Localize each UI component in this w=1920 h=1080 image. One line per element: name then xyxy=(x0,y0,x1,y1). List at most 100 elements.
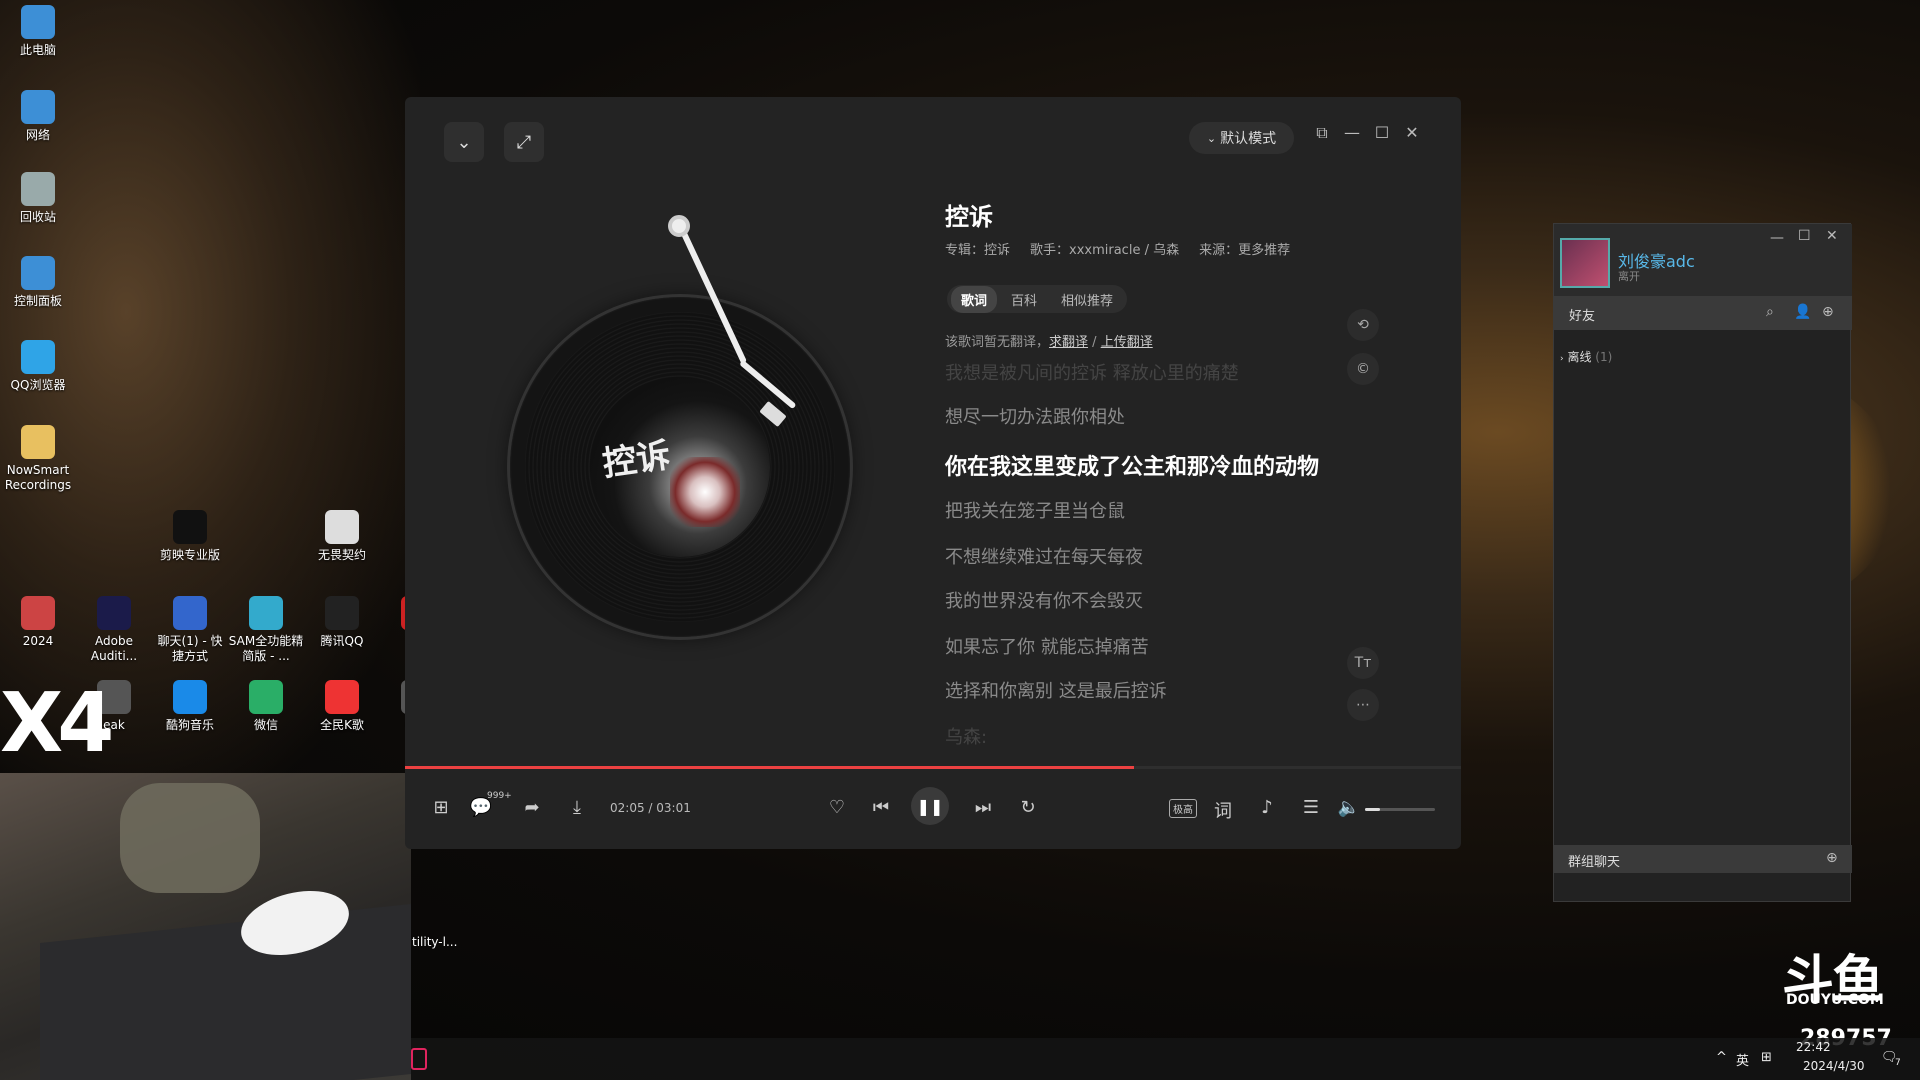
sam-icon xyxy=(249,596,283,630)
next-track-icon[interactable]: ⏭ xyxy=(969,797,997,818)
lyric-line[interactable]: 如果忘了你 就能忘掉痛苦 xyxy=(945,633,1149,659)
volume-icon[interactable]: 🔈 xyxy=(1335,797,1363,818)
contacts-icon[interactable]: 👤 xyxy=(1794,304,1811,320)
desktop-icon[interactable]: NowSmart Recordings xyxy=(0,425,76,493)
qq-browser-icon xyxy=(21,340,55,374)
add-group-icon[interactable]: ⊕ xyxy=(1826,850,1838,866)
desktop-icon-label: 剪映专业版 xyxy=(159,548,220,562)
lyric-offset-icon[interactable]: © xyxy=(1347,353,1379,385)
collapse-button[interactable]: ⌄ xyxy=(444,122,484,162)
desktop-icon[interactable]: 此电脑 xyxy=(0,5,76,58)
webcam-mousepad xyxy=(40,903,411,1080)
mode-label: 默认模式 xyxy=(1220,131,1277,147)
desktop-icon[interactable]: 网络 xyxy=(0,90,76,143)
desktop-icon[interactable]: 2024 xyxy=(0,596,76,649)
wechat-icon xyxy=(249,680,283,714)
previous-track-icon[interactable]: ⏮ xyxy=(867,797,895,818)
lyric-line[interactable]: 乌森: xyxy=(945,723,987,749)
source-link[interactable]: 来源：更多推荐 xyxy=(1199,239,1290,258)
desktop-icon[interactable]: SAM全功能精简版 - ... xyxy=(228,596,304,664)
mode-selector[interactable]: ⌄ 默认模式 xyxy=(1189,122,1294,154)
avatar[interactable] xyxy=(1560,238,1610,288)
more-icon[interactable]: ⋯ xyxy=(1347,689,1379,721)
desktop-icon[interactable]: QQ浏览器 xyxy=(0,340,76,393)
qq-group-chat-label: 群组聊天 xyxy=(1568,855,1621,870)
desktop-icon-label: NowSmart Recordings xyxy=(4,463,72,492)
desktop-icon[interactable]: 酷狗音乐 xyxy=(152,680,228,733)
control-panel-icon xyxy=(21,256,55,290)
clock-time[interactable]: 22:42 xyxy=(1796,1040,1831,1054)
fullscreen-button[interactable]: ⤢ xyxy=(504,122,544,162)
desktop-icon[interactable]: 聊天(1) - 快捷方式 xyxy=(152,596,228,664)
image-icon xyxy=(21,596,55,630)
download-icon[interactable]: ⤓ xyxy=(563,797,591,818)
ime-grid-icon[interactable]: ⊞ xyxy=(1761,1050,1772,1065)
minimize-icon[interactable]: — xyxy=(1341,123,1363,142)
lyric-line[interactable]: 想尽一切办法跟你相处 xyxy=(945,403,1125,429)
qq-group-chat-bar[interactable]: 群组聊天 ⊕ xyxy=(1554,845,1852,873)
artist-link[interactable]: 歌手：xxxmiracle / 乌森 xyxy=(1030,239,1179,258)
add-to-playlist-icon[interactable]: ⊞ xyxy=(427,797,455,818)
tab-lyrics[interactable]: 歌词 xyxy=(951,285,998,313)
qq-search-bar[interactable]: 好友 ⌕ 👤 ⊕ xyxy=(1554,296,1852,330)
minimize-icon[interactable]: — xyxy=(1770,230,1784,246)
lyric-line[interactable]: 不想继续难过在每天每夜 xyxy=(945,543,1143,569)
desktop-icon[interactable]: 剪映专业版 xyxy=(152,510,228,563)
desktop-icon-label: 无畏契约 xyxy=(317,548,366,562)
search-icon[interactable]: ⌕ xyxy=(1766,304,1774,320)
qq-group-offline[interactable]: › 离线 (1) xyxy=(1560,348,1612,365)
upload-translation-link[interactable]: 上传翻译 xyxy=(1101,335,1153,350)
maximize-icon[interactable]: ☐ xyxy=(1798,228,1811,244)
quality-badge[interactable]: 极高 xyxy=(1169,799,1197,818)
lyrics-toggle-icon[interactable]: 词 xyxy=(1209,797,1237,823)
time-display: 02:05 / 03:01 xyxy=(610,801,691,815)
desktop-icon-label: 2024 xyxy=(22,634,54,648)
task-app-icon[interactable] xyxy=(411,1048,427,1070)
tab-similar[interactable]: 相似推荐 xyxy=(1051,286,1123,313)
lyric-history-icon[interactable]: ⟲ xyxy=(1347,309,1379,341)
lyric-line[interactable]: 把我关在笼子里当仓鼠 xyxy=(945,497,1125,523)
sound-effect-icon[interactable]: ♪ xyxy=(1253,797,1281,818)
clock-date[interactable]: 2024/4/30 xyxy=(1803,1059,1865,1073)
desktop-icon[interactable]: 控制面板 xyxy=(0,256,76,309)
playlist-icon[interactable]: ☰ xyxy=(1297,797,1325,818)
desktop-icon[interactable]: 无畏契约 xyxy=(304,510,380,563)
album-link[interactable]: 专辑：控诉 xyxy=(945,239,1010,258)
loop-icon[interactable]: ↻ xyxy=(1014,797,1042,818)
song-meta: 专辑：控诉 歌手：xxxmiracle / 乌森 来源：更多推荐 xyxy=(945,239,1290,258)
desktop-icon-label: 此电脑 xyxy=(19,43,56,57)
font-size-icon[interactable]: Tт xyxy=(1347,647,1379,679)
add-friend-icon[interactable]: ⊕ xyxy=(1822,304,1834,320)
share-icon[interactable]: ➦ xyxy=(518,797,546,818)
maximize-icon[interactable]: ☐ xyxy=(1371,123,1393,142)
desktop-icon-label: 回收站 xyxy=(19,210,56,224)
lyric-line[interactable]: 选择和你离别 这是最后控诉 xyxy=(945,677,1167,703)
volume-fill xyxy=(1365,808,1381,811)
webcam-arm xyxy=(120,783,260,893)
desktop-utility-label: tility-l... xyxy=(412,935,458,949)
qq-group-count: (1) xyxy=(1595,350,1613,364)
desktop-icon[interactable]: Adobe Auditi... xyxy=(76,596,152,664)
lyric-line[interactable]: 我的世界没有你不会毁灭 xyxy=(945,587,1143,613)
like-heart-icon[interactable]: ♡ xyxy=(823,797,851,818)
request-translation-link[interactable]: 求翻译 xyxy=(1049,335,1088,350)
desktop-icon[interactable]: 腾讯QQ xyxy=(304,596,380,649)
desktop-icon[interactable]: 全民K歌 xyxy=(304,680,380,733)
tray-chevron-icon[interactable]: ^ xyxy=(1716,1050,1727,1065)
tab-wiki[interactable]: 百科 xyxy=(1001,286,1047,313)
lyric-line-current[interactable]: 你在我这里变成了公主和那冷血的动物 xyxy=(945,449,1319,481)
desktop-icon[interactable]: 微信 xyxy=(228,680,304,733)
music-player-window: ⌄ ⤢ ⌄ 默认模式 ⧉ — ☐ ✕ 控诉 控诉 专辑：控诉 歌手：xxxmir… xyxy=(405,97,1461,849)
pause-button[interactable]: ❚❚ xyxy=(911,787,949,825)
shortcut-icon xyxy=(173,596,207,630)
capcut-icon xyxy=(173,510,207,544)
close-icon[interactable]: ✕ xyxy=(1826,228,1838,244)
progress-fill xyxy=(405,766,1134,769)
lyric-line[interactable]: 我想是被凡间的控诉 释放心里的痛楚 xyxy=(945,359,1239,385)
close-icon[interactable]: ✕ xyxy=(1401,123,1423,142)
desktop-icon-label: Adobe Auditi... xyxy=(90,634,138,663)
lyric-tabs: 歌词 百科 相似推荐 xyxy=(947,285,1128,313)
mini-mode-icon[interactable]: ⧉ xyxy=(1311,123,1333,143)
ime-indicator[interactable]: 英 xyxy=(1736,1050,1749,1069)
desktop-icon[interactable]: 回收站 xyxy=(0,172,76,225)
